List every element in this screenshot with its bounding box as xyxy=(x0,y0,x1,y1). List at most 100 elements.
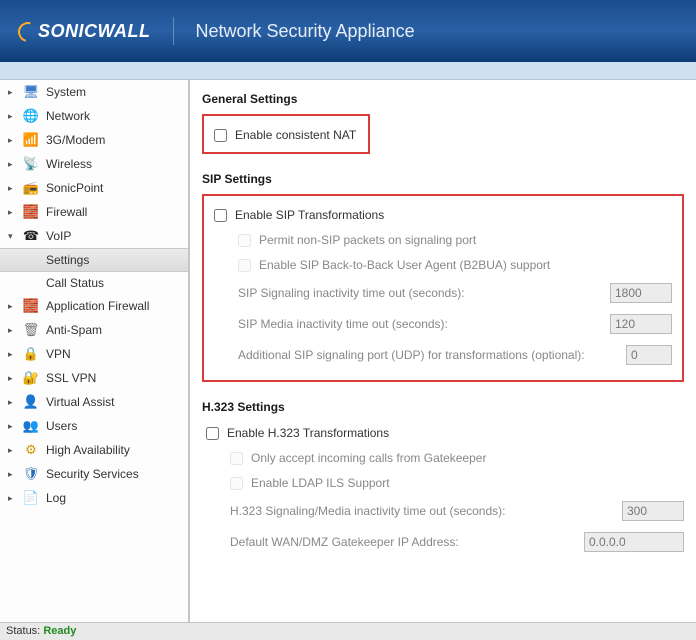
sidebar-label: VPN xyxy=(46,347,71,361)
shield-icon: 🛡 xyxy=(22,466,40,482)
modem-icon: 📶 xyxy=(22,132,40,148)
assist-icon: 👤 xyxy=(22,394,40,410)
h323-body: Enable H.323 Transformations Only accept… xyxy=(202,422,684,559)
sidebar-item-3gmodem[interactable]: 📶 3G/Modem xyxy=(0,128,188,152)
app-firewall-icon: 🧱 xyxy=(22,298,40,314)
label-gatekeeper-ip: Default WAN/DMZ Gatekeeper IP Address: xyxy=(230,535,459,549)
sidebar-sub-label: Call Status xyxy=(46,276,104,290)
highlight-box-sip: Enable SIP Transformations Permit non-SI… xyxy=(202,194,684,382)
brand-text: SONICWALL xyxy=(38,21,151,42)
expand-icon xyxy=(8,301,18,312)
sidebar-item-voip[interactable]: ☎ VoIP xyxy=(0,224,188,248)
input-sip-extra-port[interactable] xyxy=(626,345,672,365)
sidebar-item-application-firewall[interactable]: 🧱 Application Firewall xyxy=(0,294,188,318)
sidebar-label: Security Services xyxy=(46,467,139,481)
brand-logo: SONICWALL xyxy=(18,21,151,42)
label-sip-transform: Enable SIP Transformations xyxy=(235,208,384,222)
sidebar-label: Wireless xyxy=(46,157,92,171)
field-h323-transform: Enable H.323 Transformations xyxy=(206,422,684,447)
checkbox-h323-transform[interactable] xyxy=(206,427,219,440)
monitor-icon: 🖥 xyxy=(22,84,40,100)
lock-network-icon: 🔒 xyxy=(22,346,40,362)
label-h323-timeout: H.323 Signaling/Media inactivity time ou… xyxy=(230,504,505,518)
sidebar-item-vpn[interactable]: 🔒 VPN xyxy=(0,342,188,366)
expand-icon xyxy=(8,325,18,336)
section-title-h323: H.323 Settings xyxy=(202,400,684,414)
expand-icon xyxy=(8,445,18,456)
sidebar-item-log[interactable]: 📄 Log xyxy=(0,486,188,510)
label-permit-nonsip: Permit non-SIP packets on signaling port xyxy=(259,233,476,247)
checkbox-ldap-ils[interactable] xyxy=(230,477,243,490)
section-h323: H.323 Settings Enable H.323 Transformati… xyxy=(202,400,684,559)
header-divider xyxy=(173,17,174,45)
header-title: Network Security Appliance xyxy=(196,21,415,42)
sidebar-label: 3G/Modem xyxy=(46,133,105,147)
field-b2bua: Enable SIP Back-to-Back User Agent (B2BU… xyxy=(214,254,672,279)
sidebar-label: Network xyxy=(46,109,90,123)
sidebar-nav: 🖥 System 🌐 Network 📶 3G/Modem 📡 Wireless… xyxy=(0,80,190,622)
section-title-general: General Settings xyxy=(202,92,684,106)
sidebar-sub-call-status[interactable]: Call Status xyxy=(0,272,188,294)
label-b2bua: Enable SIP Back-to-Back User Agent (B2BU… xyxy=(259,258,550,272)
sidebar-label: Users xyxy=(46,419,77,433)
expand-icon xyxy=(8,159,18,170)
status-value: Ready xyxy=(43,625,76,637)
content-area: 🖥 System 🌐 Network 📶 3G/Modem 📡 Wireless… xyxy=(0,80,696,622)
expand-icon xyxy=(8,349,18,360)
sidebar-item-system[interactable]: 🖥 System xyxy=(0,80,188,104)
main-panel: General Settings Enable consistent NAT S… xyxy=(190,80,696,622)
sidebar-sub-label: Settings xyxy=(46,253,89,267)
section-general: General Settings Enable consistent NAT xyxy=(202,92,684,154)
checkbox-b2bua[interactable] xyxy=(238,259,251,272)
ha-icon: ⚙ xyxy=(22,442,40,458)
label-sip-sig-timeout: SIP Signaling inactivity time out (secon… xyxy=(238,286,465,300)
input-gatekeeper-ip[interactable] xyxy=(584,532,684,552)
checkbox-permit-nonsip[interactable] xyxy=(238,234,251,247)
row-sip-media-timeout: SIP Media inactivity time out (seconds): xyxy=(214,310,672,341)
sidebar-label: High Availability xyxy=(46,443,130,457)
sidebar-label: SSL VPN xyxy=(46,371,96,385)
sidebar-item-wireless[interactable]: 📡 Wireless xyxy=(0,152,188,176)
expand-icon xyxy=(8,207,18,218)
sidebar-item-security-services[interactable]: 🛡 Security Services xyxy=(0,462,188,486)
brand-swoosh-icon xyxy=(18,22,36,40)
sidebar-item-users[interactable]: 👥 Users xyxy=(0,414,188,438)
label-only-gatekeeper: Only accept incoming calls from Gatekeep… xyxy=(251,451,486,465)
expand-icon xyxy=(8,493,18,504)
phone-icon: ☎ xyxy=(22,228,40,244)
expand-icon xyxy=(8,183,18,194)
sidebar-item-virtual-assist[interactable]: 👤 Virtual Assist xyxy=(0,390,188,414)
sidebar-item-anti-spam[interactable]: 🗑 Anti-Spam xyxy=(0,318,188,342)
sidebar-label: VoIP xyxy=(46,229,71,243)
status-bar: Status: Ready xyxy=(0,622,696,640)
app-header: SONICWALL Network Security Appliance xyxy=(0,0,696,62)
sidebar-item-high-availability[interactable]: ⚙ High Availability xyxy=(0,438,188,462)
sidebar-label: SonicPoint xyxy=(46,181,103,195)
sidebar-label: Anti-Spam xyxy=(46,323,102,337)
checkbox-sip-transform[interactable] xyxy=(214,209,227,222)
globe-icon: 🌐 xyxy=(22,108,40,124)
field-ldap-ils: Enable LDAP ILS Support xyxy=(206,472,684,497)
trash-icon: 🗑 xyxy=(22,322,40,338)
users-icon: 👥 xyxy=(22,418,40,434)
access-point-icon: 📻 xyxy=(22,180,40,196)
sidebar-sub-settings[interactable]: Settings xyxy=(0,248,188,272)
expand-icon xyxy=(8,397,18,408)
sidebar-item-ssl-vpn[interactable]: 🔐 SSL VPN xyxy=(0,366,188,390)
ssl-badge-icon: 🔐 xyxy=(22,370,40,386)
label-sip-extra-port: Additional SIP signaling port (UDP) for … xyxy=(238,348,585,362)
input-sip-sig-timeout[interactable] xyxy=(610,283,672,303)
sidebar-item-network[interactable]: 🌐 Network xyxy=(0,104,188,128)
sidebar-item-firewall[interactable]: 🧱 Firewall xyxy=(0,200,188,224)
label-sip-media-timeout: SIP Media inactivity time out (seconds): xyxy=(238,317,448,331)
checkbox-only-gatekeeper[interactable] xyxy=(230,452,243,465)
input-sip-media-timeout[interactable] xyxy=(610,314,672,334)
field-consistent-nat: Enable consistent NAT xyxy=(214,124,358,144)
checkbox-consistent-nat[interactable] xyxy=(214,129,227,142)
field-permit-nonsip: Permit non-SIP packets on signaling port xyxy=(214,229,672,254)
expand-icon xyxy=(8,87,18,98)
expand-icon xyxy=(8,135,18,146)
sidebar-label: Application Firewall xyxy=(46,299,149,313)
input-h323-timeout[interactable] xyxy=(622,501,684,521)
sidebar-item-sonicpoint[interactable]: 📻 SonicPoint xyxy=(0,176,188,200)
